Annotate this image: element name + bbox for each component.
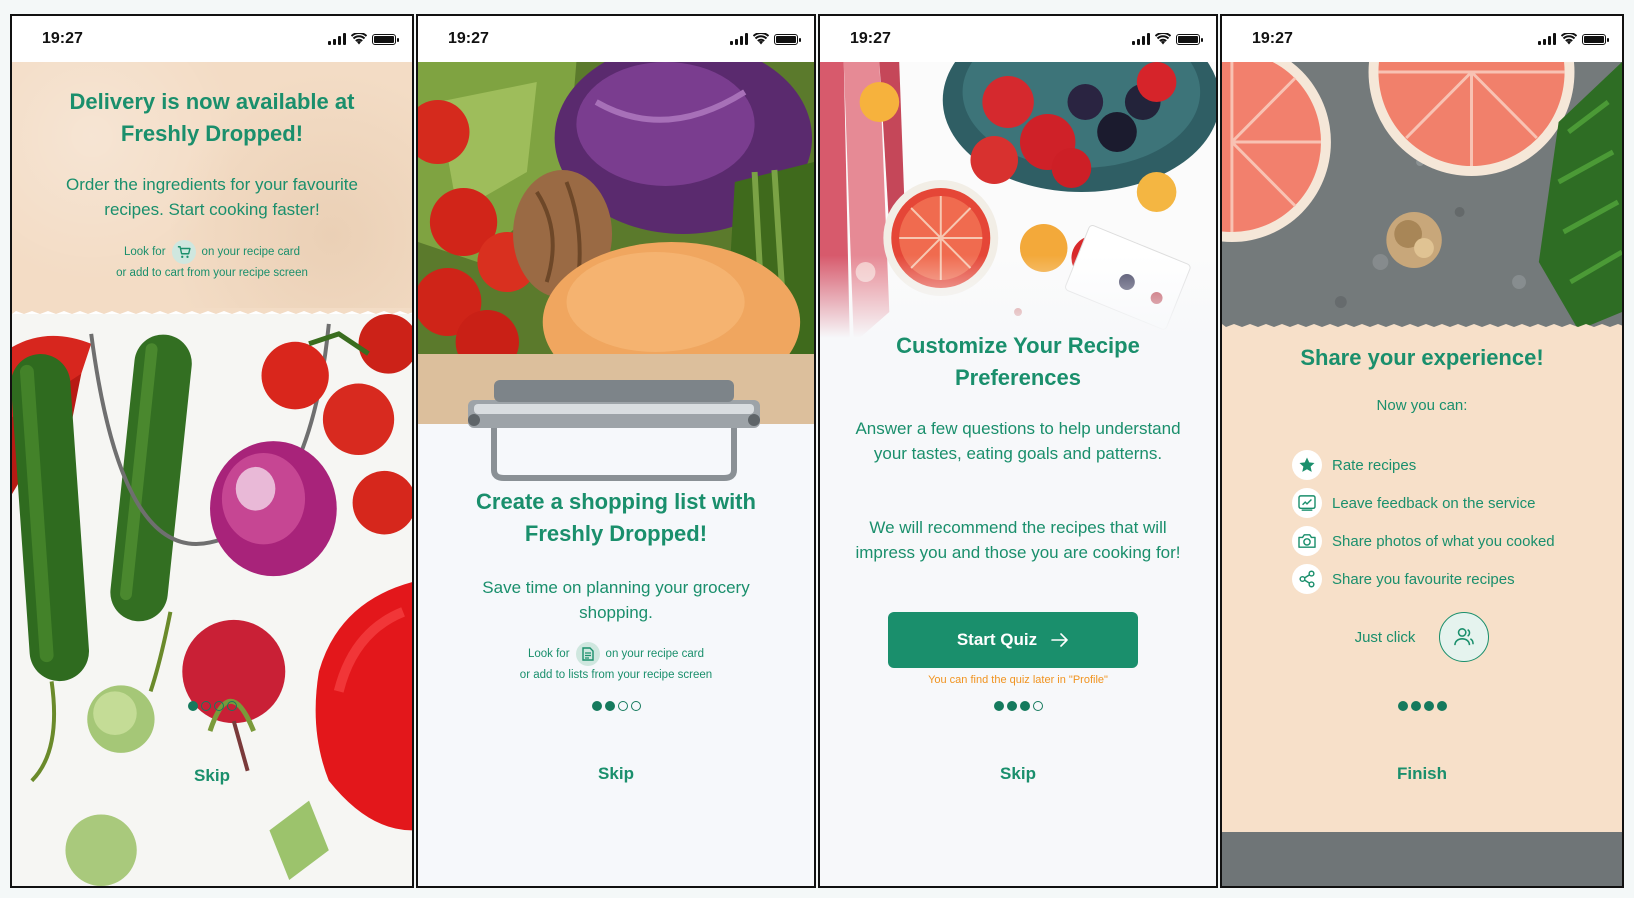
screen-title: Delivery is now available at Freshly Dro… (69, 89, 355, 146)
info-card: Delivery is now available at Freshly Dro… (12, 62, 412, 314)
hint-prefix: Look for (123, 246, 166, 258)
vegetables-photo (12, 314, 412, 886)
status-bar: 19:27 (12, 16, 412, 62)
page-dot (226, 701, 237, 711)
page-indicator (1222, 701, 1622, 711)
status-time: 19:27 (42, 30, 83, 47)
screen-body-secondary: We will recommend the recipes that will … (855, 518, 1181, 562)
hint: Look for on your recipe card or add to c… (12, 240, 412, 282)
hint-line2: or add to cart from your recipe screen (116, 267, 308, 279)
page-dot-active (1423, 701, 1434, 711)
screen-title: Share your experience! (1300, 345, 1544, 370)
page-dot-active (187, 701, 198, 711)
page-dot-active (591, 701, 602, 711)
users-icon[interactable] (1439, 612, 1490, 662)
cart-icon (171, 240, 196, 264)
feature-photos: Share photos of what you cooked (1292, 526, 1555, 556)
page-dot-active (1410, 701, 1421, 711)
feature-label: Share you favourite recipes (1332, 570, 1515, 588)
feature-rate: Rate recipes (1292, 450, 1416, 480)
page-dot-active (1397, 701, 1408, 711)
arrow-right-icon (1051, 633, 1068, 647)
finish-button[interactable]: Finish (1222, 764, 1622, 784)
status-bar: 19:27 (1222, 16, 1622, 62)
page-indicator (820, 701, 1216, 711)
hint: Look for on your recipe card or add to l… (418, 642, 814, 684)
start-quiz-button[interactable]: Start Quiz (888, 612, 1138, 668)
status-time: 19:27 (850, 30, 891, 47)
list-icon (575, 642, 600, 666)
signal-icon (1538, 33, 1556, 45)
wifi-icon (753, 33, 769, 45)
wifi-icon (1561, 33, 1577, 45)
screen-body: Order the ingredients for your favourite… (66, 175, 358, 219)
page-dot-active (1436, 701, 1447, 711)
screen-subtitle: Now you can: (1376, 397, 1468, 414)
star-icon (1292, 450, 1322, 480)
feature-label: Rate recipes (1332, 456, 1417, 474)
torn-edge (1222, 324, 1622, 330)
just-click-row: Just click (1222, 612, 1622, 662)
page-dot (213, 701, 224, 711)
signal-icon (328, 33, 346, 45)
quiz-note: You can find the quiz later in "Profile" (928, 674, 1108, 686)
screen-title: Customize Your Recipe Preferences (896, 333, 1140, 390)
start-quiz-label: Start Quiz (956, 630, 1038, 649)
wifi-icon (351, 33, 367, 45)
clipboard-clip (468, 380, 760, 481)
feature-share: Share you favourite recipes (1292, 564, 1515, 594)
status-bar: 19:27 (820, 16, 1216, 62)
screen-body: Answer a few questions to help understan… (855, 419, 1181, 463)
feature-label: Share photos of what you cooked (1332, 532, 1555, 550)
page-dot-active (1006, 701, 1017, 711)
status-icons (730, 33, 801, 45)
page-dot-active (993, 701, 1004, 711)
battery-icon (774, 33, 801, 45)
battery-icon (1176, 33, 1203, 45)
battery-icon (372, 33, 399, 45)
onboarding-screen-delivery: 19:27 Delivery is now available at Fresh… (10, 14, 414, 888)
hint-line2: or add to lists from your recipe screen (519, 669, 713, 681)
produce-photo (418, 62, 814, 354)
hint-prefix: Look for (527, 648, 570, 660)
hint-suffix: on your recipe card (201, 246, 300, 258)
wifi-icon (1155, 33, 1171, 45)
fruit-photo (820, 62, 1216, 338)
page-dot (617, 701, 628, 711)
page-dot-active (604, 701, 615, 711)
page-dot-active (1019, 701, 1030, 711)
camera-icon (1292, 526, 1322, 556)
status-time: 19:27 (1252, 30, 1293, 47)
onboarding-screen-shopping-list: 19:27 Create a shopping list with Freshl… (416, 14, 816, 888)
status-icons (328, 33, 399, 45)
status-time: 19:27 (448, 30, 489, 47)
just-click-label: Just click (1354, 628, 1416, 646)
feature-feedback: Leave feedback on the service (1292, 488, 1535, 518)
onboarding-screen-share: 19:27 Share your experience! Now you can… (1220, 14, 1624, 888)
page-indicator (418, 701, 814, 711)
status-icons (1538, 33, 1609, 45)
feature-label: Leave feedback on the service (1332, 494, 1536, 512)
feedback-icon (1292, 488, 1322, 518)
onboarding-screen-preferences: 19:27 Customize Your Recipe Preferences … (818, 14, 1218, 888)
screen-body: Save time on planning your grocery shopp… (482, 578, 750, 622)
status-bar: 19:27 (418, 16, 814, 62)
skip-button[interactable]: Skip (820, 764, 1216, 784)
share-icon (1292, 564, 1322, 594)
page-dot (200, 701, 211, 711)
status-icons (1132, 33, 1203, 45)
skip-button[interactable]: Skip (418, 764, 814, 784)
stone-surface (1222, 832, 1622, 886)
page-dot (1032, 701, 1043, 711)
signal-icon (730, 33, 748, 45)
page-dot (630, 701, 641, 711)
hint-suffix: on your recipe card (605, 648, 704, 660)
battery-icon (1582, 33, 1609, 45)
grapefruit-photo (1222, 62, 1622, 330)
page-indicator (12, 701, 412, 711)
screen-title: Create a shopping list with Freshly Drop… (476, 489, 756, 546)
skip-button[interactable]: Skip (12, 766, 412, 786)
signal-icon (1132, 33, 1150, 45)
